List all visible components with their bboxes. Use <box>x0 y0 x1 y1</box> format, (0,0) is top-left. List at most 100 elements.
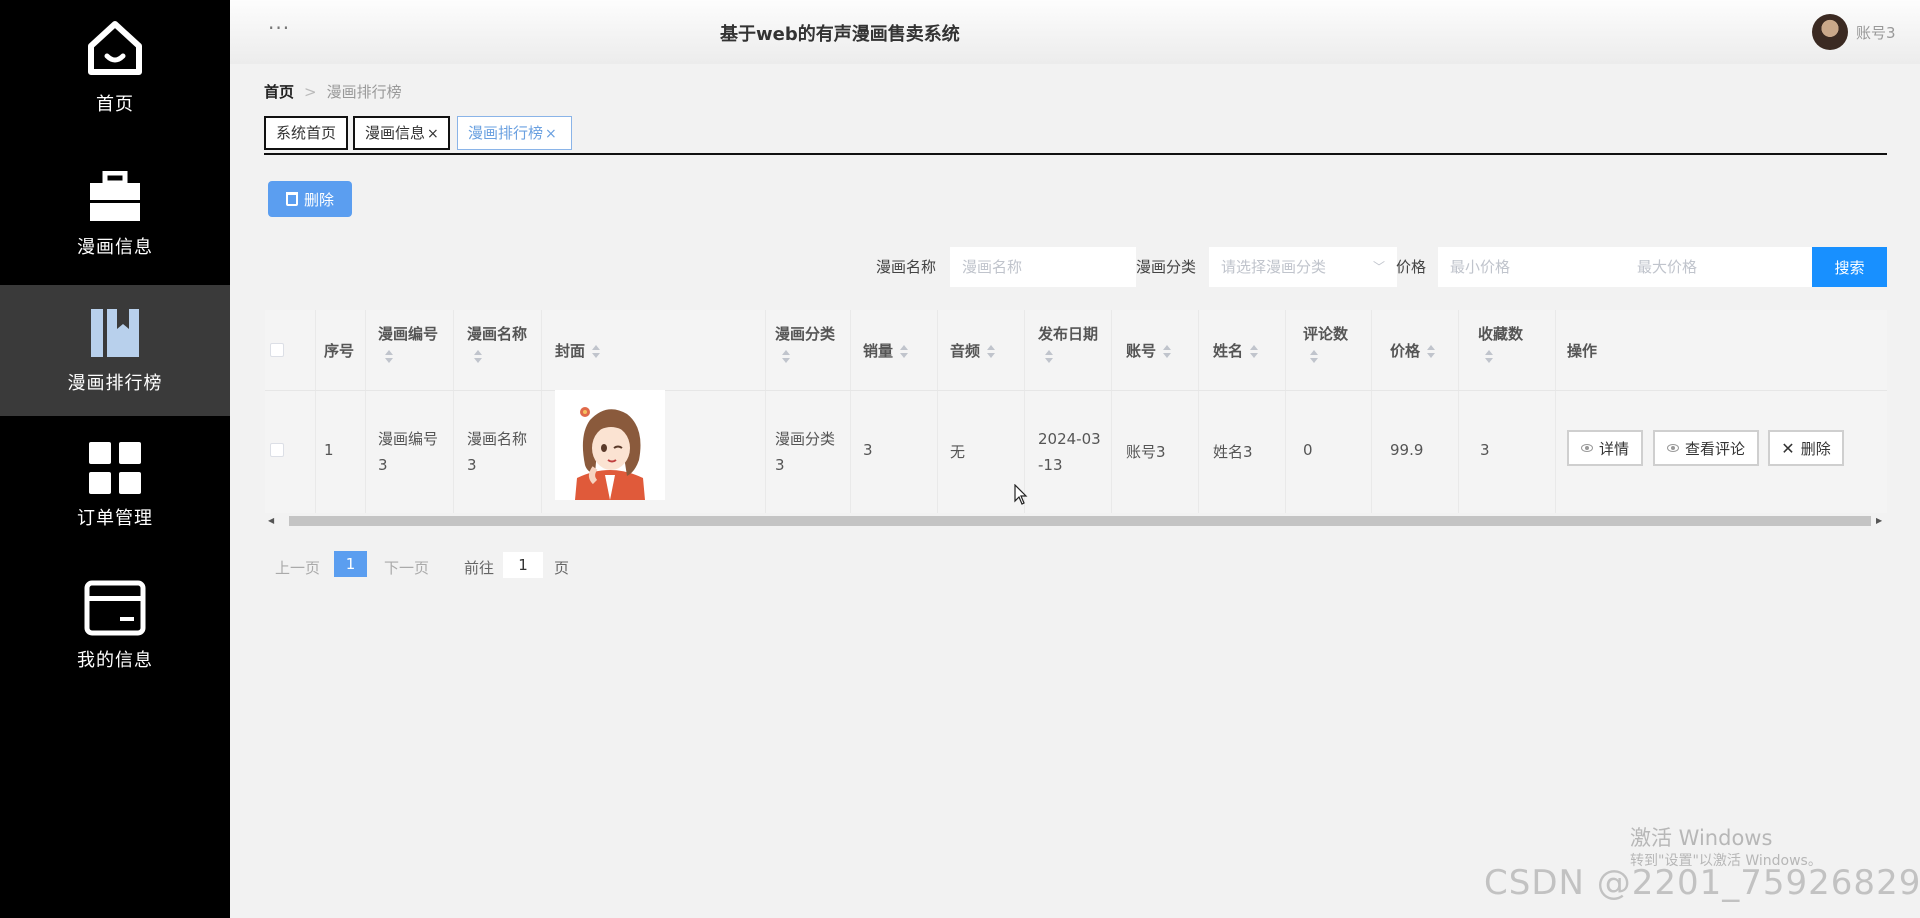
trash-icon <box>285 192 298 206</box>
breadcrumb: 首页 > 漫画排行榜 <box>264 81 402 102</box>
col-price-header[interactable]: 价格 <box>1390 340 1436 361</box>
col-code-header[interactable]: 漫画编号 <box>378 323 438 364</box>
close-icon: ✕ <box>1781 438 1795 458</box>
scroll-right-icon[interactable]: ▶ <box>1876 516 1882 525</box>
windows-activation-title: 激活 Windows <box>1630 826 1773 850</box>
mouse-cursor-icon <box>1014 484 1028 505</box>
sidebar-item-home[interactable]: 首页 <box>0 0 230 131</box>
sidebar-item-label: 首页 <box>96 93 134 115</box>
header-label: 音频 <box>950 342 981 360</box>
sort-icon[interactable] <box>1309 350 1319 364</box>
cell-name: 漫画名称 3 <box>467 430 528 474</box>
detail-button[interactable]: 详情 <box>1567 430 1643 466</box>
col-username-header[interactable]: 姓名 <box>1213 340 1259 361</box>
col-category-header[interactable]: 漫画分类 <box>775 323 835 364</box>
briefcase-icon <box>90 171 140 221</box>
home-icon <box>88 20 142 75</box>
col-sales-header[interactable]: 销量 <box>863 340 909 361</box>
sidebar-item-my-info[interactable]: 我的信息 <box>0 560 230 691</box>
avatar[interactable] <box>1812 14 1848 50</box>
sort-icon[interactable] <box>1162 344 1172 359</box>
tab-system-home[interactable]: 系统首页 <box>264 116 348 150</box>
eye-icon <box>1580 444 1593 452</box>
detail-label: 详情 <box>1598 439 1629 458</box>
min-price-input[interactable] <box>1438 247 1625 287</box>
tab-label: 漫画排行榜 <box>468 124 544 142</box>
table-horizontal-scrollbar[interactable]: ◀ ▶ <box>265 513 1887 527</box>
cell-favorites: 3 <box>1480 441 1490 459</box>
sidebar-item-label: 订单管理 <box>77 507 153 529</box>
header-label: 销量 <box>863 342 894 360</box>
chevron-down-icon: ﹀ <box>1372 260 1385 274</box>
sort-icon[interactable] <box>899 344 909 359</box>
row-delete-label: 删除 <box>1800 439 1831 458</box>
goto-suffix: 页 <box>554 559 570 577</box>
tab-comic-info[interactable]: 漫画信息 × <box>353 116 450 150</box>
sort-icon[interactable] <box>1426 344 1436 359</box>
top-header: ··· 基于web的有声漫画售卖系统 账号3 <box>230 0 1920 64</box>
col-cover-header[interactable]: 封面 <box>555 340 601 361</box>
sidebar-item-comic-ranking[interactable]: 漫画排行榜 <box>0 285 230 416</box>
page-number-1[interactable]: 1 <box>334 551 367 577</box>
cell-price: 99.9 <box>1390 441 1424 459</box>
scroll-left-icon[interactable]: ◀ <box>268 516 274 525</box>
sort-icon[interactable] <box>1484 350 1494 364</box>
row-checkbox[interactable] <box>270 443 284 457</box>
search-button[interactable]: 搜索 <box>1812 247 1887 287</box>
view-comments-button[interactable]: 查看评论 <box>1653 430 1759 466</box>
sidebar-item-order-management[interactable]: 订单管理 <box>0 420 230 551</box>
sidebar-item-comic-info[interactable]: 漫画信息 <box>0 160 230 270</box>
price-label: 价格 <box>1396 258 1427 276</box>
col-index-header: 序号 <box>324 342 355 360</box>
scrollbar-thumb[interactable] <box>289 516 1871 526</box>
more-menu-icon[interactable]: ··· <box>268 16 290 40</box>
cell-date: 2024-03 -13 <box>1038 430 1101 474</box>
goto-page-input[interactable]: 1 <box>503 552 543 578</box>
header-label: 封面 <box>555 342 586 360</box>
tab-comic-ranking[interactable]: 漫画排行榜 × <box>457 116 572 150</box>
sidebar-item-label: 漫画信息 <box>77 237 153 258</box>
close-icon[interactable]: × <box>427 126 439 142</box>
comic-category-select[interactable]: 请选择漫画分类 ﹀ <box>1209 247 1397 287</box>
cell-index: 1 <box>324 441 334 459</box>
header-label: 漫画名称 <box>467 325 528 343</box>
sort-icon[interactable] <box>1044 350 1054 364</box>
sidebar-item-label: 漫画排行榜 <box>67 372 163 394</box>
cell-comments: 0 <box>1303 441 1313 459</box>
tab-label: 漫画信息 <box>365 124 426 142</box>
col-name-header[interactable]: 漫画名称 <box>467 323 527 364</box>
sort-icon[interactable] <box>1249 344 1259 359</box>
row-delete-button[interactable]: ✕ 删除 <box>1768 430 1844 466</box>
prev-page-button[interactable]: 上一页 <box>275 557 320 578</box>
cell-audio: 无 <box>950 443 966 461</box>
comic-category-label: 漫画分类 <box>1136 258 1197 276</box>
cell-code: 漫画编号 3 <box>378 430 439 474</box>
sort-icon[interactable] <box>473 350 483 364</box>
breadcrumb-separator: > <box>304 83 317 101</box>
header-label: 评论数 <box>1303 325 1349 343</box>
account-name[interactable]: 账号3 <box>1856 22 1896 43</box>
col-account-header[interactable]: 账号 <box>1126 340 1172 361</box>
csdn-watermark: CSDN @2201_75926829 <box>1484 863 1920 903</box>
col-date-header[interactable]: 发布日期 <box>1038 323 1098 364</box>
comic-ranking-table: 序号 漫画编号 漫画名称 封面 漫画分类 销量 音频 发布日期 账号 姓名 评论… <box>265 310 1887 513</box>
sort-icon[interactable] <box>986 344 996 359</box>
sort-icon[interactable] <box>781 350 791 364</box>
col-audio-header[interactable]: 音频 <box>950 340 996 361</box>
select-all-checkbox[interactable] <box>270 343 284 357</box>
comic-name-input[interactable] <box>950 247 1136 287</box>
next-page-button[interactable]: 下一页 <box>384 557 429 578</box>
sort-icon[interactable] <box>591 344 601 359</box>
col-comments-header[interactable]: 评论数 <box>1303 323 1348 364</box>
cover-image <box>555 390 665 500</box>
sort-icon[interactable] <box>384 350 394 364</box>
batch-delete-button[interactable]: 删除 <box>268 181 352 217</box>
close-icon[interactable]: × <box>545 126 557 142</box>
col-actions-header: 操作 <box>1567 342 1598 360</box>
breadcrumb-home[interactable]: 首页 <box>264 83 294 101</box>
header-label: 收藏数 <box>1478 325 1524 343</box>
col-favorites-header[interactable]: 收藏数 <box>1478 323 1523 364</box>
bookmark-icon <box>91 308 139 357</box>
goto-prefix: 前往 <box>464 559 495 577</box>
max-price-input[interactable] <box>1625 247 1812 287</box>
